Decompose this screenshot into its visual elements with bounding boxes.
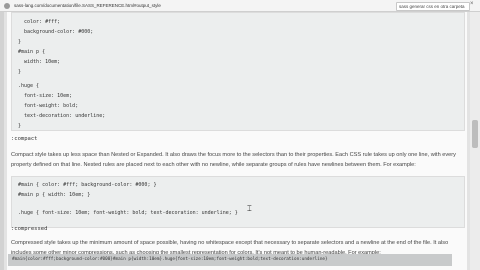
address-bar[interactable]: sass-lang.com/documentation/file.SASS_RE…: [14, 3, 161, 8]
code-line: .huge { font-size: 10em; font-weight: bo…: [18, 210, 238, 216]
code-line: #main p {: [18, 49, 46, 55]
mouse-cursor-icon: ⌶: [247, 204, 252, 213]
code-line: }: [18, 123, 22, 129]
back-icon[interactable]: [4, 2, 10, 9]
code-line: color: #fff;: [18, 19, 61, 25]
compact-heading: :compact: [11, 136, 38, 142]
left-sidebar: [0, 12, 4, 270]
page-content: color: #fff; background-color: #000; } #…: [7, 12, 467, 270]
code-line: text-decoration: underline;: [18, 113, 106, 119]
compact-code-block: #main { color: #fff; background-color: #…: [11, 176, 465, 228]
code-line: .huge {: [18, 83, 40, 89]
compact-description-line: property defined on that line. Nested ru…: [11, 162, 416, 168]
compressed-description-line: Compressed style takes up the minimum am…: [11, 240, 449, 246]
code-line: #main { color: #fff; background-color: #…: [18, 182, 157, 188]
code-line: width: 10em;: [18, 59, 61, 65]
code-line: }: [18, 69, 22, 75]
code-line: }: [18, 39, 22, 45]
close-icon[interactable]: ×: [470, 1, 474, 7]
nested-output-code-block: color: #fff; background-color: #000; } #…: [11, 12, 465, 131]
code-line: font-weight: bold;: [18, 103, 79, 109]
code-line: #main p { width: 10em; }: [18, 192, 91, 198]
compressed-code-block: #main{color:#fff;background-color:#000}#…: [8, 254, 452, 266]
compressed-heading: :compressed: [11, 226, 48, 232]
scrollbar-thumb[interactable]: [472, 120, 478, 148]
compact-description: Compact style takes up less space than N…: [11, 150, 459, 170]
tab-search-title[interactable]: sass generar css en otra carpeta: [396, 1, 470, 11]
code-line: font-size: 10em;: [18, 93, 73, 99]
compact-description-line: Compact style takes up less space than N…: [11, 152, 456, 158]
code-line: background-color: #000;: [18, 29, 94, 35]
